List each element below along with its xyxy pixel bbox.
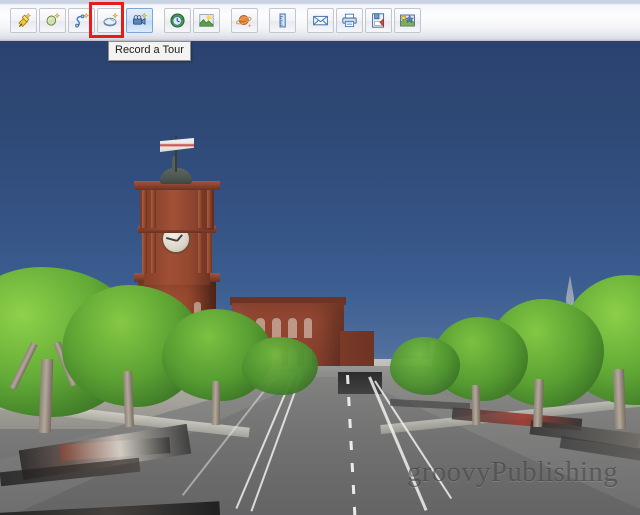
placemark-pin-icon [15,12,32,29]
toolbar-separator-2 [221,5,230,36]
tree-trunk [211,380,221,426]
envelope-icon [312,12,329,29]
save-image-button[interactable] [365,8,392,33]
tower-column [198,233,203,273]
ruler-icon [274,12,291,29]
tower-column [198,188,203,228]
toolbar-group-share-tools [306,8,422,33]
clock-minute-hand [165,237,177,242]
tree-foliage [390,337,460,395]
building-window [304,317,312,338]
tower-column [207,188,212,228]
earth-3d-viewport[interactable]: groovyPublishing [0,41,640,515]
record-tour-button[interactable] [126,8,153,33]
add-path-button[interactable] [68,8,95,33]
main-toolbar [0,0,640,41]
sun-landscape-icon [198,12,215,29]
tree-foliage [242,337,318,395]
tower-column [142,188,147,228]
historical-imagery-button[interactable] [164,8,191,33]
printer-icon [341,12,358,29]
print-button[interactable] [336,8,363,33]
clock-globe-icon [169,12,186,29]
planet-saturn-icon [236,12,253,29]
path-icon [73,12,90,29]
toolbar-group-display-tools [163,8,221,33]
tower-column [151,233,156,273]
google-maps-icon [399,12,416,29]
toolbar-separator-1 [154,5,163,36]
toolbar-left-spacer [0,5,9,36]
add-image-overlay-button[interactable] [97,8,124,33]
toolbar-group-create-tools [0,5,154,36]
video-camera-icon [131,12,148,29]
sunlight-button[interactable] [193,8,220,33]
tower-column [142,233,147,273]
polygon-icon [44,12,61,29]
tree-trunk [533,378,544,428]
building-window [288,317,297,338]
tower-column [207,233,212,273]
building-window [272,317,281,338]
toolbar-separator-4 [297,5,306,36]
view-in-maps-button[interactable] [394,8,421,33]
toolbar-group-planet-tools [230,8,259,33]
email-button[interactable] [307,8,334,33]
toolbar-separator-3 [259,5,268,36]
toolbar-group-measure-tools [268,8,297,33]
record-tour-tooltip: Record a Tour [108,41,191,61]
tree-trunk [38,358,54,434]
save-image-icon [370,12,387,29]
switch-planet-button[interactable] [231,8,258,33]
add-polygon-button[interactable] [39,8,66,33]
google-earth-window: Record a Tour groovyPublishing [0,0,640,515]
watermark: groovyPublishing [406,456,618,488]
tower-column [151,188,156,228]
image-overlay-icon [102,12,119,29]
add-placemark-button[interactable] [10,8,37,33]
tree-trunk [471,384,481,426]
ruler-button[interactable] [269,8,296,33]
tree-trunk [123,370,134,428]
tree-trunk [612,368,627,430]
